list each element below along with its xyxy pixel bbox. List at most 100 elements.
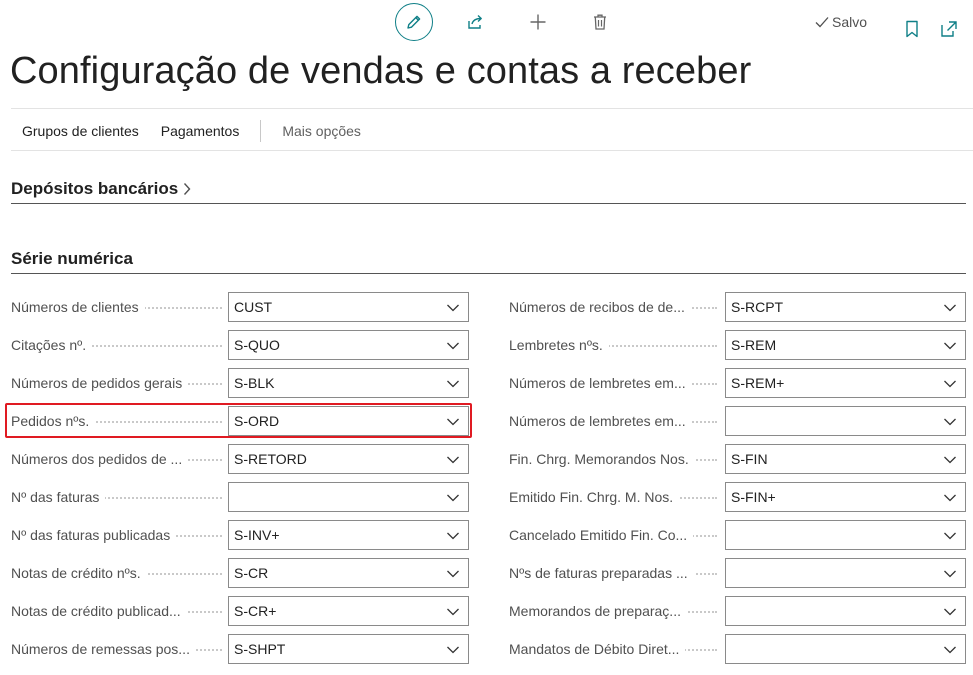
action-menu-divider	[11, 150, 973, 151]
field-label-text: Números de lembretes em...	[509, 375, 692, 391]
title-divider	[11, 108, 973, 109]
select-value: S-ORD	[234, 413, 280, 429]
right-number-series-select[interactable]	[725, 634, 966, 664]
chevron-down-icon	[447, 304, 459, 312]
left-number-series-select[interactable]: S-CR	[228, 558, 469, 588]
field-label: Nº das faturas publicadas	[11, 527, 226, 543]
more-options-action[interactable]: Mais opções	[271, 123, 372, 139]
right-field-row: Lembretes nºs.	[509, 330, 721, 360]
field-label: Números de recibos de de...	[509, 299, 721, 315]
edit-button[interactable]	[395, 3, 433, 41]
left-number-series-select[interactable]: S-CR+	[228, 596, 469, 626]
field-label-text: Números dos pedidos de ...	[11, 451, 189, 467]
plus-icon	[530, 14, 546, 30]
field-label: Nº das faturas	[11, 489, 226, 505]
action-toolbar: Salvo	[0, 0, 973, 46]
select-value: S-SHPT	[234, 641, 286, 657]
right-number-series-select[interactable]	[725, 596, 966, 626]
open-in-new-window-button[interactable]	[938, 18, 960, 40]
left-number-series-select[interactable]: S-BLK	[228, 368, 469, 398]
right-number-series-select[interactable]	[725, 520, 966, 550]
checkmark-icon	[815, 17, 829, 28]
field-label: Números dos pedidos de ...	[11, 451, 226, 467]
field-label-text: Emitido Fin. Chrg. M. Nos.	[509, 489, 680, 505]
payments-action[interactable]: Pagamentos	[150, 123, 251, 139]
left-number-series-select[interactable]	[228, 482, 469, 512]
field-label: Fin. Chrg. Memorandos Nos.	[509, 451, 721, 467]
select-value: S-FIN	[731, 451, 768, 467]
field-label-text: Números de recibos de de...	[509, 299, 691, 315]
chevron-down-icon	[944, 608, 956, 616]
field-label-text: Citações nº.	[11, 337, 93, 353]
field-label: Números de lembretes em...	[509, 413, 721, 429]
field-label: Cancelado Emitido Fin. Co...	[509, 527, 721, 543]
action-menu: Grupos de clientes Pagamentos Mais opçõe…	[11, 116, 372, 146]
field-label: Notas de crédito nºs.	[11, 565, 226, 581]
field-label: Emitido Fin. Chrg. M. Nos.	[509, 489, 721, 505]
right-number-series-select[interactable]	[725, 558, 966, 588]
field-label-text: Lembretes nºs.	[509, 337, 609, 353]
field-label-text: Nºs de faturas preparadas ...	[509, 565, 694, 581]
right-number-series-select[interactable]	[725, 406, 966, 436]
trash-icon	[594, 14, 606, 30]
delete-button[interactable]	[588, 10, 612, 34]
field-label: Números de pedidos gerais	[11, 375, 226, 391]
new-button[interactable]	[526, 10, 550, 34]
customer-groups-action[interactable]: Grupos de clientes	[11, 123, 150, 139]
left-field-row: Citações nº.	[11, 330, 226, 360]
chevron-down-icon	[447, 608, 459, 616]
right-number-series-select[interactable]: S-REM	[725, 330, 966, 360]
right-number-series-select[interactable]: S-FIN+	[725, 482, 966, 512]
select-value: CUST	[234, 299, 273, 315]
left-number-series-select[interactable]: S-INV+	[228, 520, 469, 550]
left-field-row: Números de clientes	[11, 292, 226, 322]
number-series-section-title: Série numérica	[11, 249, 133, 268]
select-value: S-RETORD	[234, 451, 307, 467]
field-label: Números de clientes	[11, 299, 226, 315]
right-number-series-select[interactable]: S-RCPT	[725, 292, 966, 322]
bank-deposits-section-header[interactable]: Depósitos bancários	[11, 179, 192, 199]
left-number-series-select[interactable]: S-SHPT	[228, 634, 469, 664]
left-field-row: Nº das faturas publicadas	[11, 520, 226, 550]
right-number-series-select[interactable]: S-REM+	[725, 368, 966, 398]
number-series-section-divider	[11, 273, 966, 274]
left-number-series-select[interactable]: CUST	[228, 292, 469, 322]
bookmark-button[interactable]	[902, 18, 922, 40]
saved-label: Salvo	[832, 14, 868, 30]
left-number-series-select[interactable]: S-QUO	[228, 330, 469, 360]
select-value: S-REM	[731, 337, 777, 353]
action-separator	[260, 120, 262, 142]
left-field-row: Notas de crédito publicad...	[11, 596, 226, 626]
field-label-text: Fin. Chrg. Memorandos Nos.	[509, 451, 695, 467]
left-number-series-select[interactable]: S-RETORD	[228, 444, 469, 474]
select-value: S-FIN+	[731, 489, 776, 505]
field-label-text: Notas de crédito nºs.	[11, 565, 147, 581]
chevron-down-icon	[447, 380, 459, 388]
field-label-text: Números de lembretes em...	[509, 413, 692, 429]
left-field-row: Números de pedidos gerais	[11, 368, 226, 398]
right-number-series-select[interactable]: S-FIN	[725, 444, 966, 474]
share-button[interactable]	[463, 10, 487, 34]
select-value: S-INV+	[234, 527, 280, 543]
right-field-row: Números de lembretes em...	[509, 368, 721, 398]
chevron-down-icon	[447, 342, 459, 350]
left-number-series-select[interactable]: S-ORD	[228, 406, 469, 436]
chevron-down-icon	[447, 646, 459, 654]
field-label: Notas de crédito publicad...	[11, 603, 226, 619]
right-field-row: Mandatos de Débito Diret...	[509, 634, 721, 664]
right-field-row: Números de lembretes em...	[509, 406, 721, 436]
field-label: Pedidos nºs.	[11, 413, 226, 429]
chevron-down-icon	[944, 456, 956, 464]
field-label-text: Nº das faturas	[11, 489, 106, 505]
select-value: S-CR	[234, 565, 269, 581]
pencil-icon	[407, 15, 421, 29]
chevron-down-icon	[944, 570, 956, 578]
left-field-row: Números dos pedidos de ...	[11, 444, 226, 474]
number-series-section-header[interactable]: Série numérica	[11, 249, 133, 269]
right-field-row: Nºs de faturas preparadas ...	[509, 558, 721, 588]
chevron-down-icon	[447, 570, 459, 578]
field-label: Números de remessas pos...	[11, 641, 226, 657]
field-label: Mandatos de Débito Diret...	[509, 641, 721, 657]
share-icon	[468, 14, 482, 29]
field-label-text: Pedidos nºs.	[11, 413, 96, 429]
